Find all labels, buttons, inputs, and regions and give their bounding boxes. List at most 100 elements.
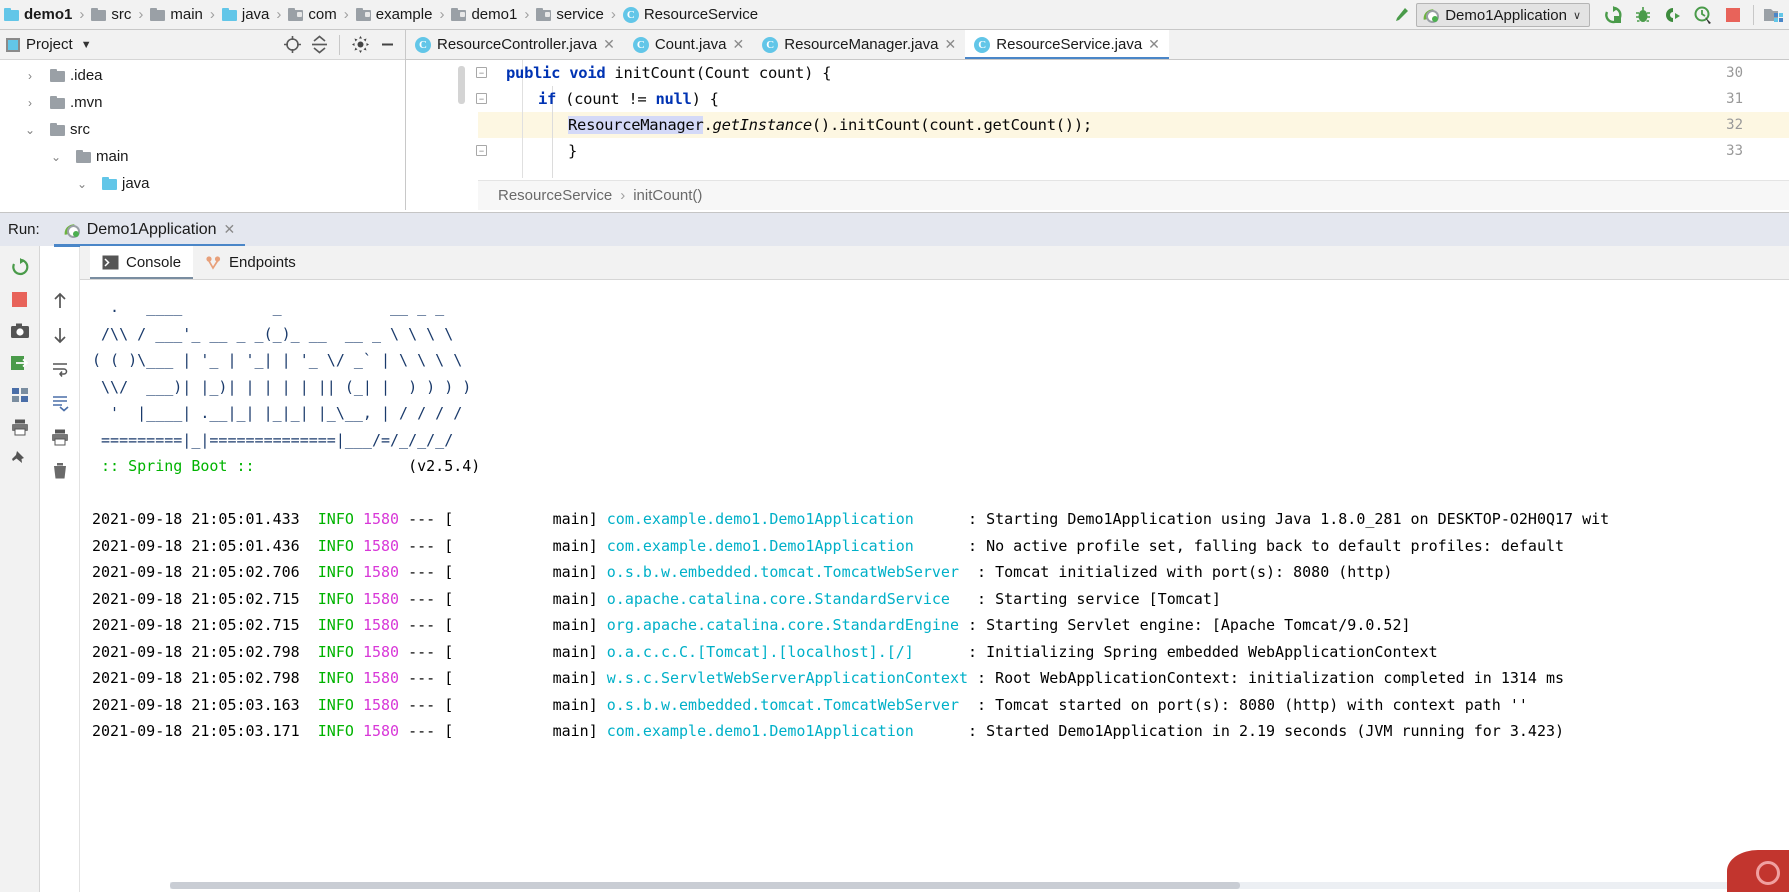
code-text: . — [703, 116, 713, 134]
tree-item-label: src — [70, 121, 90, 138]
run-configuration-selector[interactable]: Demo1Application ∨ — [1416, 3, 1590, 27]
breadcrumb-item-src[interactable]: src — [91, 6, 131, 23]
editor-tab-resourceservice[interactable]: C ResourceService.java ✕ — [965, 30, 1169, 59]
code-editor[interactable]: 30 31 32 33 − − − public void initCount(… — [406, 60, 1789, 178]
editor-area: C ResourceController.java ✕ C Count.java… — [406, 30, 1789, 210]
console-output[interactable]: . ____ _ __ _ _ /\\ / ___'_ __ _ _(_)_ _… — [80, 280, 1789, 892]
code-text: } — [568, 142, 578, 160]
log-separator: --- [ — [408, 510, 454, 528]
layout-icon[interactable] — [5, 380, 35, 410]
log-thread: main] — [552, 589, 598, 608]
log-message: : Initializing Spring embedded WebApplic… — [968, 642, 1438, 661]
run-icon[interactable] — [1598, 1, 1628, 29]
arrow-down-icon[interactable] — [45, 320, 75, 350]
log-logger: com.example.demo1.Demo1Application — [606, 722, 914, 740]
breadcrumb-separator: › — [276, 6, 282, 23]
hammer-icon[interactable] — [1386, 1, 1416, 29]
keyword-null: null — [655, 90, 692, 108]
camera-icon[interactable] — [5, 316, 35, 346]
settings-gear-icon[interactable] — [348, 33, 372, 57]
close-icon[interactable]: ✕ — [603, 36, 615, 53]
hide-panel-icon[interactable] — [375, 33, 399, 57]
log-logger: o.apache.catalina.core.StandardService — [606, 589, 950, 608]
project-structure-icon[interactable] — [1759, 1, 1789, 29]
expand-arrow-icon[interactable]: › — [22, 96, 38, 110]
debug-bug-icon[interactable] — [1628, 1, 1658, 29]
breadcrumb-item-service[interactable]: service — [536, 6, 604, 23]
log-separator: --- [ — [408, 669, 454, 687]
expand-arrow-icon[interactable]: › — [22, 69, 38, 83]
collapse-arrow-icon[interactable]: ⌄ — [48, 150, 64, 164]
editor-tab-count[interactable]: C Count.java ✕ — [623, 30, 754, 59]
breadcrumb-item-com[interactable]: com — [288, 6, 337, 23]
folder-icon — [76, 150, 91, 163]
chevron-down-icon[interactable]: ▼ — [81, 39, 92, 51]
breadcrumb: demo1 › src › main › java › com › exampl… — [0, 6, 758, 23]
trash-icon[interactable] — [45, 456, 75, 486]
profiler-clock-icon[interactable] — [1688, 1, 1718, 29]
code-text: ().initCount(count.getCount()); — [811, 116, 1092, 134]
printer-icon[interactable] — [5, 412, 35, 442]
stop-square-icon[interactable] — [1718, 1, 1748, 29]
breadcrumb-label: demo1 — [471, 6, 518, 23]
keyword-void: void — [569, 64, 606, 82]
arrow-up-icon[interactable] — [45, 286, 75, 316]
breadcrumb-method-name[interactable]: initCount() — [633, 187, 702, 204]
close-icon[interactable]: ✕ — [224, 221, 236, 238]
tree-item-label: .idea — [70, 67, 103, 84]
breadcrumb-label: ResourceService — [643, 6, 759, 23]
log-separator: --- [ — [408, 695, 454, 714]
locate-icon[interactable] — [280, 33, 304, 57]
wrap-icon[interactable] — [45, 354, 75, 384]
code-fold-icon[interactable]: − — [476, 145, 487, 156]
console-horizontal-scrollbar[interactable] — [170, 882, 1789, 889]
log-separator: --- [ — [408, 642, 454, 661]
editor-tab-resourcemanager[interactable]: C ResourceManager.java ✕ — [753, 30, 966, 59]
tree-item-java[interactable]: ⌄ java — [0, 170, 405, 197]
log-timestamp: 2021-09-18 21:05:02.706 — [92, 563, 300, 581]
tab-endpoints[interactable]: Endpoints — [193, 246, 308, 279]
breadcrumb-item-demo1-pkg[interactable]: demo1 — [451, 6, 517, 23]
collapse-arrow-icon[interactable]: ⌄ — [74, 177, 90, 191]
rerun-icon[interactable] — [5, 252, 35, 282]
stop-square-icon[interactable] — [5, 284, 35, 314]
log-pid: 1580 — [362, 536, 400, 555]
editor-tab-resourcecontroller[interactable]: C ResourceController.java ✕ — [406, 30, 624, 59]
close-icon[interactable]: ✕ — [733, 36, 745, 53]
log-separator: --- [ — [408, 616, 454, 634]
breadcrumb-item-main[interactable]: main — [150, 6, 203, 23]
close-icon[interactable]: ✕ — [1148, 36, 1160, 53]
collapse-all-icon[interactable] — [307, 33, 331, 57]
run-tab-demo1application[interactable]: Demo1Application ✕ — [53, 213, 246, 247]
close-icon[interactable]: ✕ — [945, 36, 957, 53]
tree-item-mvn[interactable]: › .mvn — [0, 89, 405, 116]
run-coverage-icon[interactable] — [1658, 1, 1688, 29]
log-level: INFO — [317, 616, 354, 634]
tab-console[interactable]: Console — [90, 246, 194, 279]
breadcrumb-item-resourceservice[interactable]: C ResourceService — [622, 6, 759, 23]
spring-banner-line: ( ( )\___ | '_ | '_| | '_ \/ _` | \ \ \ … — [92, 351, 463, 369]
breadcrumb-item-java[interactable]: java — [221, 6, 269, 23]
tree-item-main[interactable]: ⌄ main — [0, 143, 405, 170]
export-icon[interactable] — [5, 348, 35, 378]
tree-item-src[interactable]: ⌄ src — [0, 116, 405, 143]
code-fold-icon[interactable]: − — [476, 67, 487, 78]
scroll-end-icon[interactable] — [45, 388, 75, 418]
code-fold-icon[interactable]: − — [476, 93, 487, 104]
recording-indicator-icon — [1727, 850, 1789, 892]
printer-icon[interactable] — [45, 422, 75, 452]
module-icon — [4, 8, 19, 21]
pin-icon[interactable] — [5, 444, 35, 474]
log-thread: main] — [552, 510, 598, 528]
breadcrumb-item-demo1[interactable]: demo1 — [4, 6, 72, 23]
code-line-33: } — [568, 142, 577, 160]
class-icon: C — [632, 36, 649, 53]
breadcrumb-class-name[interactable]: ResourceService — [498, 187, 612, 204]
editor-scrollbar-thumb[interactable] — [458, 66, 465, 104]
tree-item-idea[interactable]: › .idea — [0, 62, 405, 89]
breadcrumb-item-example[interactable]: example — [355, 6, 432, 23]
scrollbar-thumb[interactable] — [170, 882, 1240, 889]
breadcrumb-label: demo1 — [24, 6, 73, 23]
log-thread: main] — [552, 722, 598, 740]
collapse-arrow-icon[interactable]: ⌄ — [22, 123, 38, 137]
